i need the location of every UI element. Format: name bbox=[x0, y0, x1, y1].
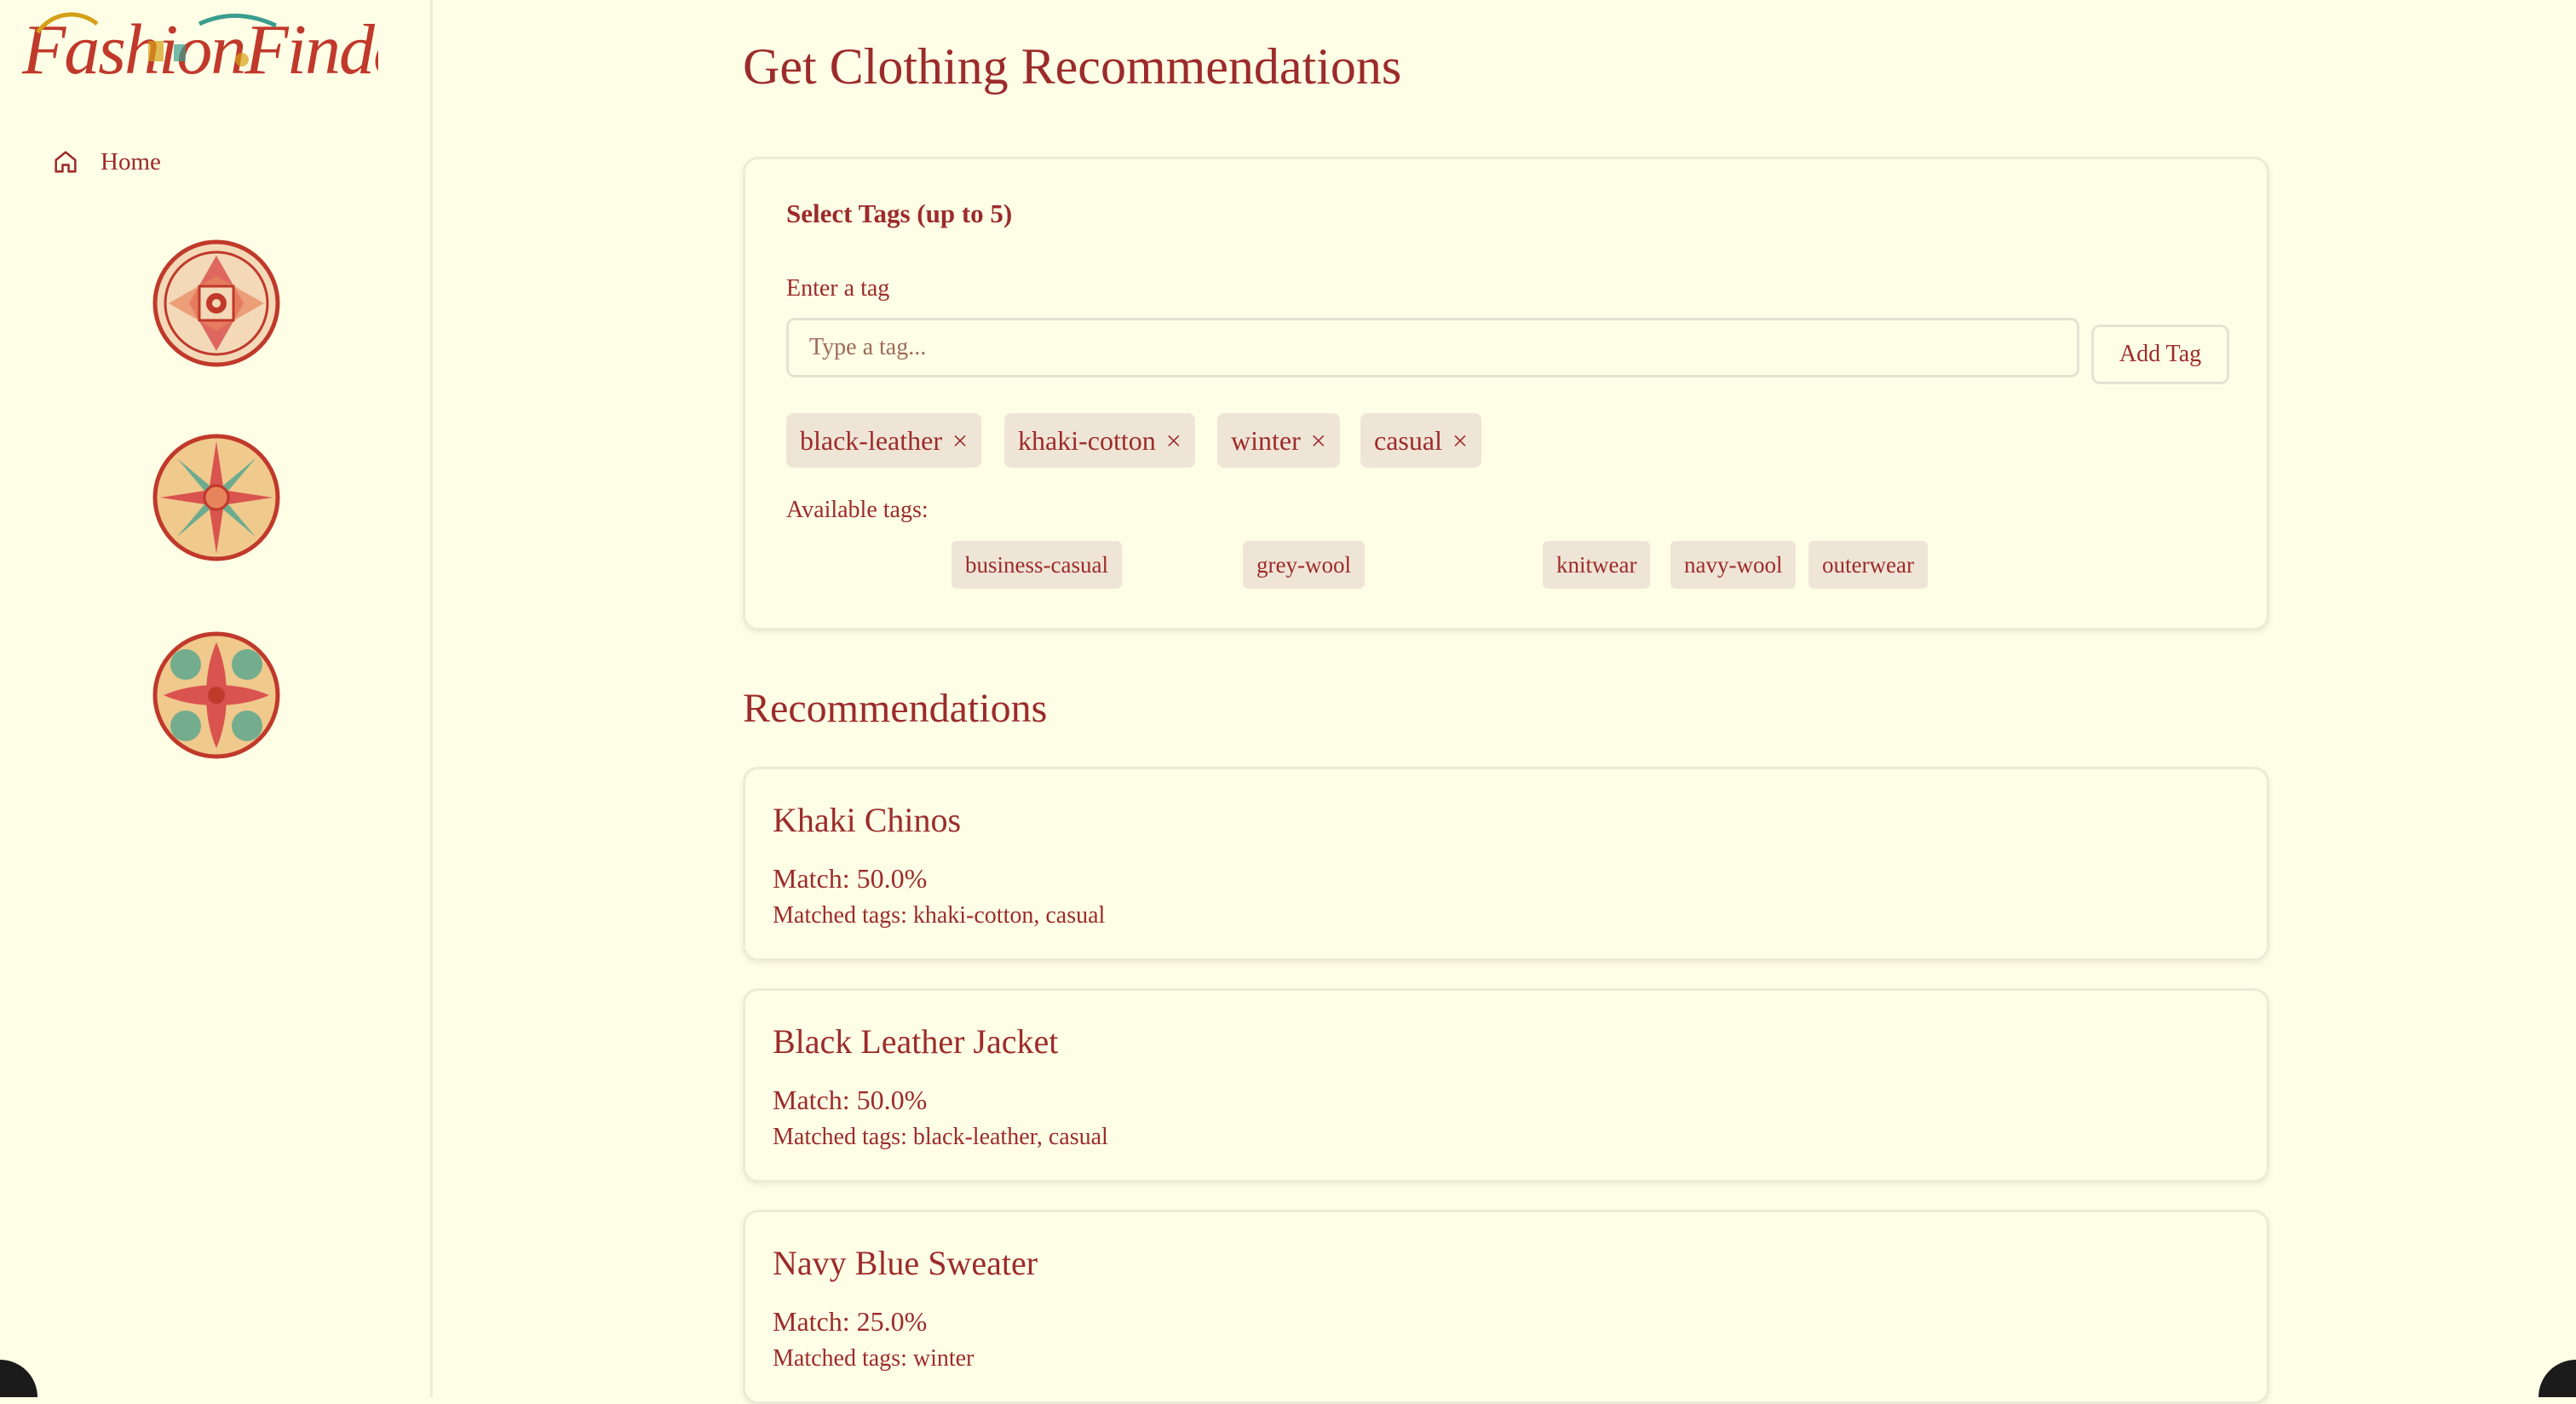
available-tag[interactable]: navy-wool bbox=[1670, 541, 1797, 589]
tag-input[interactable] bbox=[786, 318, 2079, 377]
brand-logo-image: FashionFinders bbox=[21, 10, 457, 89]
recommendation-match: Match: 50.0% bbox=[773, 863, 928, 894]
tag-input-label: Enter a tag bbox=[786, 275, 890, 302]
available-tag[interactable]: business-casual bbox=[952, 541, 1122, 589]
close-icon[interactable]: × bbox=[1452, 427, 1468, 454]
add-tag-button[interactable]: Add Tag bbox=[2091, 325, 2229, 384]
home-icon bbox=[55, 151, 77, 173]
page-title: Get Clothing Recommendations bbox=[743, 38, 1402, 95]
available-tag[interactable]: knitwear bbox=[1543, 541, 1651, 589]
available-tag[interactable]: outerwear bbox=[1808, 541, 1928, 589]
selected-tag-label: khaki-cotton bbox=[1018, 424, 1156, 456]
recommendation-card[interactable]: Navy Blue Sweater Match: 25.0% Matched t… bbox=[743, 1210, 2269, 1404]
brand-logo[interactable]: FashionFinders bbox=[20, 7, 457, 95]
close-icon[interactable]: × bbox=[1166, 427, 1182, 454]
tag-selector-heading: Select Tags (up to 5) bbox=[786, 199, 1013, 228]
available-tag[interactable]: grey-wool bbox=[1243, 541, 1365, 589]
selected-tag-chip: winter × bbox=[1217, 413, 1340, 468]
selected-tag-label: casual bbox=[1374, 424, 1442, 456]
window-corner bbox=[2539, 1360, 2576, 1397]
recommendation-match: Match: 25.0% bbox=[773, 1306, 928, 1337]
close-icon[interactable]: × bbox=[1311, 427, 1326, 454]
selected-tag-chip: casual × bbox=[1360, 413, 1481, 468]
mandala-icon[interactable] bbox=[152, 239, 281, 368]
recommendation-name: Khaki Chinos bbox=[773, 801, 962, 839]
sidebar-item-home[interactable]: Home bbox=[51, 143, 161, 181]
selected-tag-label: winter bbox=[1231, 424, 1301, 456]
close-icon[interactable]: × bbox=[952, 427, 968, 454]
recommendation-match: Match: 50.0% bbox=[773, 1085, 928, 1115]
tag-selector-card: Select Tags (up to 5) Enter a tag Add Ta… bbox=[743, 157, 2269, 630]
recommendation-matched-tags: Matched tags: winter bbox=[773, 1345, 975, 1372]
recommendation-name: Black Leather Jacket bbox=[773, 1022, 1059, 1061]
recommendation-name: Navy Blue Sweater bbox=[773, 1244, 1038, 1282]
sidebar: FashionFinders Home bbox=[0, 0, 457, 1397]
mandala-icon[interactable] bbox=[152, 630, 281, 760]
recommendations-title: Recommendations bbox=[743, 686, 1048, 731]
selected-tag-chip: khaki-cotton × bbox=[1004, 413, 1195, 468]
selected-tag-chip: black-leather × bbox=[786, 413, 982, 468]
recommendation-matched-tags: Matched tags: khaki-cotton, casual bbox=[773, 902, 1106, 929]
sidebar-item-label: Home bbox=[101, 147, 161, 176]
recommendation-matched-tags: Matched tags: black-leather, casual bbox=[773, 1124, 1108, 1150]
selected-tag-label: black-leather bbox=[800, 424, 942, 456]
mandala-icon[interactable] bbox=[152, 433, 281, 562]
available-tags-label: Available tags: bbox=[786, 497, 929, 523]
recommendation-card[interactable]: Khaki Chinos Match: 50.0% Matched tags: … bbox=[743, 767, 2269, 961]
recommendation-card[interactable]: Black Leather Jacket Match: 50.0% Matche… bbox=[743, 988, 2269, 1182]
